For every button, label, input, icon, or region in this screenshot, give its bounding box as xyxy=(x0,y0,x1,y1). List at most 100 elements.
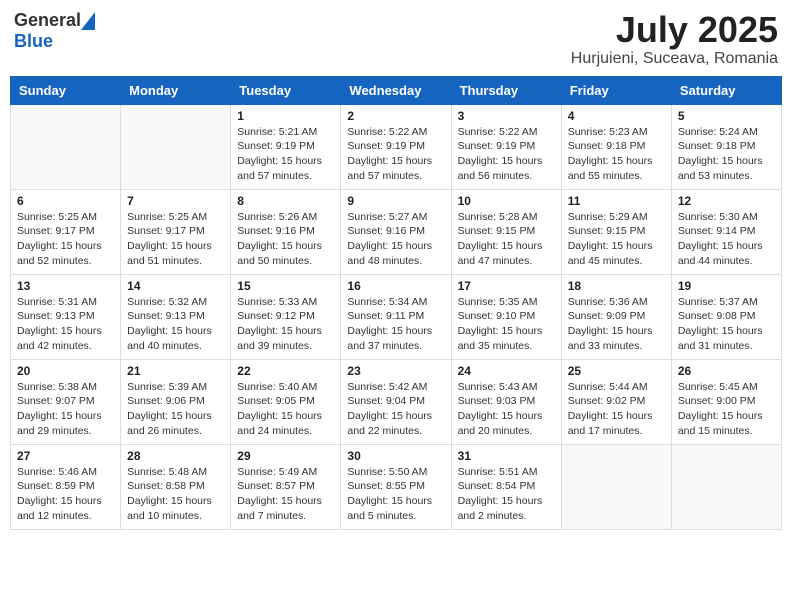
calendar-day-cell: 8Sunrise: 5:26 AMSunset: 9:16 PMDaylight… xyxy=(231,189,341,274)
day-number: 30 xyxy=(347,449,444,463)
calendar-day-cell: 9 Sunrise: 5:27 AMSunset: 9:16 PMDaylight… xyxy=(341,189,451,274)
calendar-header-thursday: Thursday xyxy=(451,76,561,104)
day-detail: Sunrise: 5:26 AMSunset: 9:16 PMDaylight:… xyxy=(237,210,334,269)
calendar-table: SundayMondayTuesdayWednesdayThursdayFrid… xyxy=(10,76,782,530)
day-number: 20 xyxy=(17,364,114,378)
day-detail: Sunrise: 5:25 AMSunset: 9:17 PMDaylight:… xyxy=(127,210,224,269)
calendar-day-cell: 23 Sunrise: 5:42 AMSunset: 9:04 PMDayligh… xyxy=(341,359,451,444)
calendar-week-row: 27 Sunrise: 5:46 AMSunset: 8:59 PMDayligh… xyxy=(11,444,782,529)
month-year-title: July 2025 xyxy=(571,10,778,50)
day-detail: Sunrise: 5:39 AMSunset: 9:06 PMDaylight:… xyxy=(127,380,224,439)
day-detail: Sunrise: 5:44 AMSunset: 9:02 PMDaylight:… xyxy=(568,380,665,439)
calendar-week-row: 20 Sunrise: 5:38 AMSunset: 9:07 PMDayligh… xyxy=(11,359,782,444)
calendar-day-cell: 18 Sunrise: 5:36 AMSunset: 9:09 PMDayligh… xyxy=(561,274,671,359)
calendar-day-cell: 11 Sunrise: 5:29 AMSunset: 9:15 PMDayligh… xyxy=(561,189,671,274)
day-number: 18 xyxy=(568,279,665,293)
day-number: 7 xyxy=(127,194,224,208)
calendar-day-cell xyxy=(11,104,121,189)
logo-general-text: General xyxy=(14,10,81,31)
calendar-day-cell: 25Sunrise: 5:44 AMSunset: 9:02 PMDayligh… xyxy=(561,359,671,444)
day-number: 13 xyxy=(17,279,114,293)
day-detail: Sunrise: 5:49 AMSunset: 8:57 PMDaylight:… xyxy=(237,465,334,524)
calendar-day-cell: 20 Sunrise: 5:38 AMSunset: 9:07 PMDayligh… xyxy=(11,359,121,444)
day-number: 11 xyxy=(568,194,665,208)
calendar-day-cell: 2Sunrise: 5:22 AMSunset: 9:19 PMDaylight… xyxy=(341,104,451,189)
calendar-day-cell: 4 Sunrise: 5:23 AMSunset: 9:18 PMDaylight… xyxy=(561,104,671,189)
day-detail: Sunrise: 5:51 AMSunset: 8:54 PMDaylight:… xyxy=(458,465,555,524)
day-detail: Sunrise: 5:38 AMSunset: 9:07 PMDaylight:… xyxy=(17,380,114,439)
calendar-day-cell: 12Sunrise: 5:30 AMSunset: 9:14 PMDayligh… xyxy=(671,189,781,274)
day-number: 27 xyxy=(17,449,114,463)
day-number: 21 xyxy=(127,364,224,378)
calendar-day-cell: 5 Sunrise: 5:24 AMSunset: 9:18 PMDaylight… xyxy=(671,104,781,189)
day-number: 4 xyxy=(568,109,665,123)
day-detail: Sunrise: 5:22 AMSunset: 9:19 PMDaylight:… xyxy=(458,125,555,184)
day-detail: Sunrise: 5:23 AMSunset: 9:18 PMDaylight:… xyxy=(568,125,665,184)
location-subtitle: Hurjuieni, Suceava, Romania xyxy=(571,50,778,68)
day-detail: Sunrise: 5:36 AMSunset: 9:09 PMDaylight:… xyxy=(568,295,665,354)
day-number: 10 xyxy=(458,194,555,208)
calendar-header-saturday: Saturday xyxy=(671,76,781,104)
day-number: 23 xyxy=(347,364,444,378)
day-number: 1 xyxy=(237,109,334,123)
logo-blue-text: Blue xyxy=(14,31,53,52)
calendar-day-cell: 29Sunrise: 5:49 AMSunset: 8:57 PMDayligh… xyxy=(231,444,341,529)
day-number: 6 xyxy=(17,194,114,208)
calendar-day-cell: 13Sunrise: 5:31 AMSunset: 9:13 PMDayligh… xyxy=(11,274,121,359)
calendar-day-cell: 10 Sunrise: 5:28 AMSunset: 9:15 PMDayligh… xyxy=(451,189,561,274)
day-detail: Sunrise: 5:29 AMSunset: 9:15 PMDaylight:… xyxy=(568,210,665,269)
day-detail: Sunrise: 5:24 AMSunset: 9:18 PMDaylight:… xyxy=(678,125,775,184)
calendar-header-row: SundayMondayTuesdayWednesdayThursdayFrid… xyxy=(11,76,782,104)
day-detail: Sunrise: 5:27 AMSunset: 9:16 PMDaylight:… xyxy=(347,210,444,269)
title-section: July 2025 Hurjuieni, Suceava, Romania xyxy=(571,10,778,68)
day-detail: Sunrise: 5:46 AMSunset: 8:59 PMDaylight:… xyxy=(17,465,114,524)
calendar-day-cell: 3 Sunrise: 5:22 AMSunset: 9:19 PMDaylight… xyxy=(451,104,561,189)
calendar-header-monday: Monday xyxy=(121,76,231,104)
logo: General Blue xyxy=(14,10,95,52)
calendar-day-cell xyxy=(561,444,671,529)
calendar-day-cell: 30 Sunrise: 5:50 AMSunset: 8:55 PMDayligh… xyxy=(341,444,451,529)
day-number: 31 xyxy=(458,449,555,463)
day-number: 3 xyxy=(458,109,555,123)
day-detail: Sunrise: 5:30 AMSunset: 9:14 PMDaylight:… xyxy=(678,210,775,269)
day-number: 15 xyxy=(237,279,334,293)
calendar-header-tuesday: Tuesday xyxy=(231,76,341,104)
calendar-day-cell xyxy=(671,444,781,529)
day-detail: Sunrise: 5:40 AMSunset: 9:05 PMDaylight:… xyxy=(237,380,334,439)
calendar-day-cell: 19Sunrise: 5:37 AMSunset: 9:08 PMDayligh… xyxy=(671,274,781,359)
day-number: 14 xyxy=(127,279,224,293)
day-detail: Sunrise: 5:48 AMSunset: 8:58 PMDaylight:… xyxy=(127,465,224,524)
page-header: General Blue July 2025 Hurjuieni, Suceav… xyxy=(10,10,782,68)
day-detail: Sunrise: 5:37 AMSunset: 9:08 PMDaylight:… xyxy=(678,295,775,354)
day-detail: Sunrise: 5:35 AMSunset: 9:10 PMDaylight:… xyxy=(458,295,555,354)
calendar-day-cell: 15Sunrise: 5:33 AMSunset: 9:12 PMDayligh… xyxy=(231,274,341,359)
calendar-day-cell: 24 Sunrise: 5:43 AMSunset: 9:03 PMDayligh… xyxy=(451,359,561,444)
calendar-day-cell: 26Sunrise: 5:45 AMSunset: 9:00 PMDayligh… xyxy=(671,359,781,444)
day-number: 22 xyxy=(237,364,334,378)
calendar-day-cell: 27 Sunrise: 5:46 AMSunset: 8:59 PMDayligh… xyxy=(11,444,121,529)
logo-triangle-icon xyxy=(81,12,95,30)
day-number: 17 xyxy=(458,279,555,293)
day-number: 9 xyxy=(347,194,444,208)
calendar-day-cell: 16Sunrise: 5:34 AMSunset: 9:11 PMDayligh… xyxy=(341,274,451,359)
calendar-week-row: 1 Sunrise: 5:21 AMSunset: 9:19 PMDaylight… xyxy=(11,104,782,189)
calendar-header-wednesday: Wednesday xyxy=(341,76,451,104)
day-detail: Sunrise: 5:21 AMSunset: 9:19 PMDaylight:… xyxy=(237,125,334,184)
day-number: 28 xyxy=(127,449,224,463)
day-detail: Sunrise: 5:42 AMSunset: 9:04 PMDaylight:… xyxy=(347,380,444,439)
day-detail: Sunrise: 5:43 AMSunset: 9:03 PMDaylight:… xyxy=(458,380,555,439)
day-number: 24 xyxy=(458,364,555,378)
calendar-day-cell: 14 Sunrise: 5:32 AMSunset: 9:13 PMDayligh… xyxy=(121,274,231,359)
day-detail: Sunrise: 5:32 AMSunset: 9:13 PMDaylight:… xyxy=(127,295,224,354)
calendar-day-cell: 1 Sunrise: 5:21 AMSunset: 9:19 PMDaylight… xyxy=(231,104,341,189)
calendar-day-cell xyxy=(121,104,231,189)
calendar-day-cell: 28 Sunrise: 5:48 AMSunset: 8:58 PMDayligh… xyxy=(121,444,231,529)
day-detail: Sunrise: 5:22 AMSunset: 9:19 PMDaylight:… xyxy=(347,125,444,184)
calendar-day-cell: 17 Sunrise: 5:35 AMSunset: 9:10 PMDayligh… xyxy=(451,274,561,359)
calendar-week-row: 13Sunrise: 5:31 AMSunset: 9:13 PMDayligh… xyxy=(11,274,782,359)
calendar-day-cell: 31 Sunrise: 5:51 AMSunset: 8:54 PMDayligh… xyxy=(451,444,561,529)
day-detail: Sunrise: 5:50 AMSunset: 8:55 PMDaylight:… xyxy=(347,465,444,524)
day-number: 5 xyxy=(678,109,775,123)
day-detail: Sunrise: 5:28 AMSunset: 9:15 PMDaylight:… xyxy=(458,210,555,269)
day-number: 26 xyxy=(678,364,775,378)
